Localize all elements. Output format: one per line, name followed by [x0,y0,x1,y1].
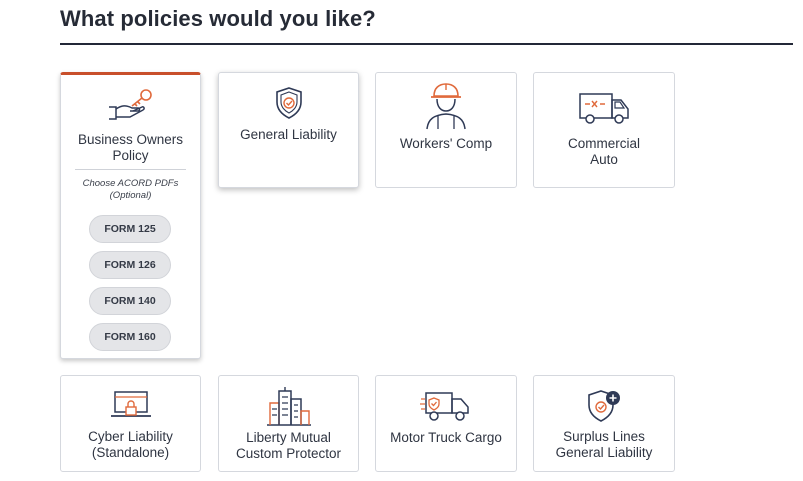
page-title: What policies would you like? [60,6,376,31]
label-line: (Standalone) [91,445,170,460]
policy-card-cyber-liability[interactable]: Cyber Liability (Standalone) [60,375,201,472]
policy-label: Business Owners Policy [65,132,196,164]
shield-plus-icon [586,389,622,428]
label-line: General Liability [555,445,653,460]
city-buildings-icon [264,385,314,432]
policy-card-motor-truck-cargo[interactable]: Motor Truck Cargo [375,375,517,472]
policy-card-commercial-auto[interactable]: Commercial Auto [533,72,675,188]
cargo-truck-icon [420,389,472,428]
form-125-button[interactable]: FORM 125 [89,215,171,243]
label-line: Policy [112,148,149,163]
policy-card-general-liability[interactable]: General Liability [218,72,359,188]
policy-card-business-owners[interactable]: Business Owners Policy Choose ACORD PDFs… [60,72,201,359]
form-160-button[interactable]: FORM 160 [89,323,171,351]
label-line: Cyber Liability [88,429,173,444]
label-line: Auto [590,152,618,167]
policy-card-custom-protector[interactable]: Liberty Mutual Custom Protector [218,375,359,472]
laptop-lock-icon [109,389,153,426]
policy-label: General Liability [223,127,354,143]
label-line: General Liability [240,127,337,142]
policy-card-workers-comp[interactable]: Workers' Comp [375,72,517,188]
title-divider [60,43,793,45]
delivery-van-icon [577,90,631,131]
hand-with-key-icon [107,87,155,126]
card-divider [75,169,186,170]
label-line: Motor Truck Cargo [390,430,502,445]
worker-hardhat-icon [423,81,469,136]
label-line: Liberty Mutual [246,430,331,445]
policy-label: Commercial Auto [538,136,670,168]
policy-label: Liberty Mutual Custom Protector [223,430,354,462]
form-126-button[interactable]: FORM 126 [89,251,171,279]
form-140-button[interactable]: FORM 140 [89,287,171,315]
policy-label: Surplus Lines General Liability [538,429,670,461]
label-line: Custom Protector [235,446,342,461]
policy-label: Cyber Liability (Standalone) [65,429,196,461]
label-line: Business Owners [77,132,184,147]
label-line: Workers' Comp [399,136,493,151]
acord-note: Choose ACORD PDFs (Optional) [82,178,179,201]
policy-label: Motor Truck Cargo [380,430,512,446]
policy-card-surplus-lines[interactable]: Surplus Lines General Liability [533,375,675,472]
shield-check-icon [274,86,304,125]
policy-label: Workers' Comp [380,136,512,152]
label-line: Commercial [567,136,640,151]
label-line: Surplus Lines [563,429,645,444]
